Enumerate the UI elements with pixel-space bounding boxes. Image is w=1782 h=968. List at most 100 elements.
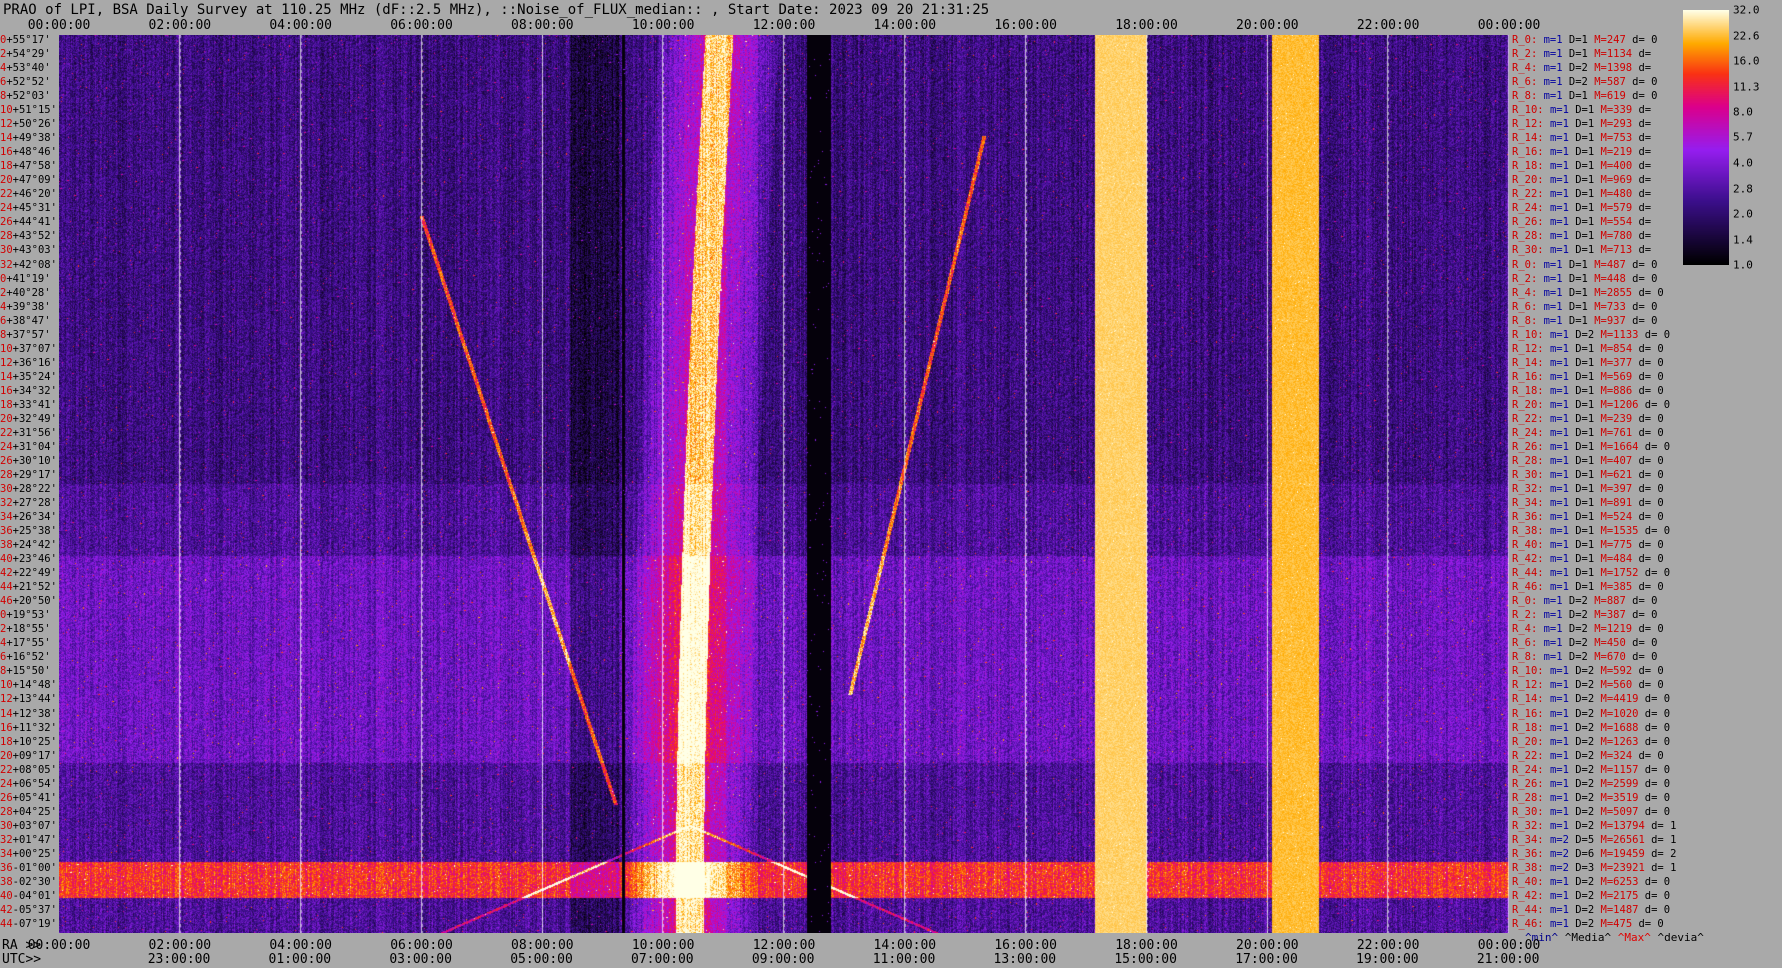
beam-stat-field: D=2 [1575,903,1601,916]
beam-stat-field: R_30: [1512,244,1550,257]
ra-tick-label: 02:00:00 [148,938,212,953]
declination-value: +16°52' [6,651,51,664]
beam-stat-field: d= 0 [1638,539,1664,552]
beam-stat-field: D=2 [1575,749,1601,762]
beam-stat-field: d= 0 [1638,426,1664,439]
beam-stat-field: M=2175 [1600,889,1645,902]
beam-stat-row: R_38: m=1 D=1 M=1535 d= 0 [1512,526,1670,537]
beam-stat-field: R_24: [1512,426,1550,439]
row-index: 12 [0,356,13,369]
beam-stat-row: R_42: m=1 D=2 M=2175 d= 0 [1512,889,1670,902]
declination-label: 12+50°26' [0,119,57,130]
beam-stat-field: R_24: [1512,202,1550,215]
beam-stat-field: D=1 [1575,440,1601,453]
beam-stat-field: M=713 [1600,244,1639,257]
beam-stat-field: R_46: [1512,581,1550,594]
beam-stat-field: m=1 [1543,76,1569,89]
declination-label: 40+23°46' [0,554,57,565]
beam-stat-field: R_42: [1512,889,1550,902]
beam-stat-field: R_18: [1512,721,1550,734]
beam-stat-field: R_2: [1512,272,1544,285]
ra-tick-label: 18:00:00 [1115,938,1178,953]
beam-stat-field: m=1 [1549,370,1576,383]
beam-stat-field: m=1 [1549,875,1576,888]
beam-stat-field: M=407 [1600,454,1639,467]
beam-stat-field: R_8: [1512,314,1544,327]
beam-stat-row: R_26: m=1 D=2 M=2599 d= 0 [1512,777,1670,790]
beam-stat-field: D=1 [1575,525,1601,538]
declination-label: 8+52°03' [0,91,51,102]
beam-stat-field: M=324 [1600,749,1639,762]
beam-stat-field: m=1 [1549,497,1576,510]
beam-stat-row: R_0: m=1 D=1 M=247 d= 0 [1512,35,1657,46]
declination-label: 30+43°03' [0,245,57,256]
declination-label: 28+04°25' [0,806,57,818]
beam-stat-field: d= 0 [1644,693,1671,706]
beam-stat-field: M=293 [1600,118,1639,131]
beam-stat-field: m=1 [1549,454,1576,467]
beam-stat-field: M=524 [1600,511,1639,524]
declination-value: +38°47' [6,314,51,327]
beam-stat-field: d= 0 [1638,454,1664,467]
beam-stat-field: d= 0 [1632,90,1658,103]
declination-label: 24+45°31' [0,203,57,214]
declination-value: +47°09' [12,174,57,187]
beam-stat-row: R_18: m=1 D=2 M=1688 d= 0 [1512,721,1670,734]
beam-stat-field: R_36: [1512,511,1550,524]
row-index: 26 [0,454,13,467]
beam-stat-field: R_32: [1512,819,1550,832]
beam-stat-field: m=1 [1549,903,1576,916]
beam-stat-field: m=1 [1549,160,1576,173]
declination-value: +25°38' [12,525,57,538]
beam-stat-field: D=2 [1575,777,1601,790]
beam-stat-field: R_16: [1512,707,1550,720]
beam-stat-field: D=2 [1575,819,1601,832]
beam-stat-field: m=1 [1549,412,1576,425]
beam-stat-field: M=621 [1600,468,1639,481]
chart-title: PRAO of LPI, BSA Daily Survey at 110.25 … [3,2,990,18]
beam-stat-field: R_22: [1512,412,1550,425]
declination-label: 32+42°08' [0,259,57,271]
beam-stat-field: M=891 [1600,497,1639,510]
beam-stat-field: D=5 [1575,833,1601,846]
beam-stat-field: D=2 [1568,76,1595,89]
beam-stat-field: D=1 [1568,314,1595,327]
beam-stat-field: m=1 [1543,314,1569,327]
utc-axis: 23:00:00 01:00:00 03:00:00 05:00:00 07:00:00… [0,952,1540,968]
ra-tick-label: 14:00:00 [873,938,937,953]
beam-stat-field: R_2: [1512,48,1544,61]
declination-value: +31°56' [12,426,57,439]
beam-stat-field: m=2 [1549,847,1576,860]
beam-stat-field: d= [1638,146,1652,159]
beam-stat-field: M=13794 [1600,819,1652,832]
beam-stat-field: d= [1638,118,1652,131]
beam-stat-field: d= 0 [1644,567,1671,580]
beam-stat-field: m=1 [1543,272,1569,285]
declination-value: +31°04' [12,440,57,453]
beam-stat-field: D=1 [1575,511,1601,524]
utc-tick-label: 19:00:00 [1356,952,1419,967]
beam-stat-field: d= [1638,230,1652,243]
beam-stat-field: R_30: [1512,468,1550,481]
beam-stat-field: M=4419 [1600,693,1645,706]
declination-value: +44°41' [12,216,57,229]
beam-stat-field: R_40: [1512,875,1550,888]
beam-stat-row: R_10: m=1 D=2 M=1133 d= 0 [1512,328,1670,341]
beam-stat-field: m=1 [1549,777,1576,790]
declination-label: 0+55°17' [0,35,51,46]
beam-stat-field: D=1 [1575,104,1601,117]
beam-stat-field: R_4: [1512,623,1544,636]
beam-stat-field: m=1 [1549,791,1576,804]
beam-stat-row: R_32: m=1 D=2 M=13794 d= 1 [1512,819,1676,832]
beam-stat-field: D=1 [1575,230,1601,243]
beam-stat-field: m=1 [1549,511,1576,524]
declination-value: +29°17' [12,468,57,481]
beam-stat-field: D=2 [1575,328,1601,341]
utc-tick-label: 09:00:00 [751,952,815,967]
beam-stat-row: R_30: m=1 D=1 M=713 d= [1512,245,1651,256]
beam-stat-row: R_36: m=1 D=1 M=524 d= 0 [1512,512,1664,523]
declination-label: 4+17°55' [0,638,51,649]
colorbar-tick: 32.0 [1733,3,1760,17]
colorbar-tick: 4.0 [1733,156,1753,170]
beam-stat-row: R_28: m=1 D=1 M=407 d= 0 [1512,454,1664,467]
